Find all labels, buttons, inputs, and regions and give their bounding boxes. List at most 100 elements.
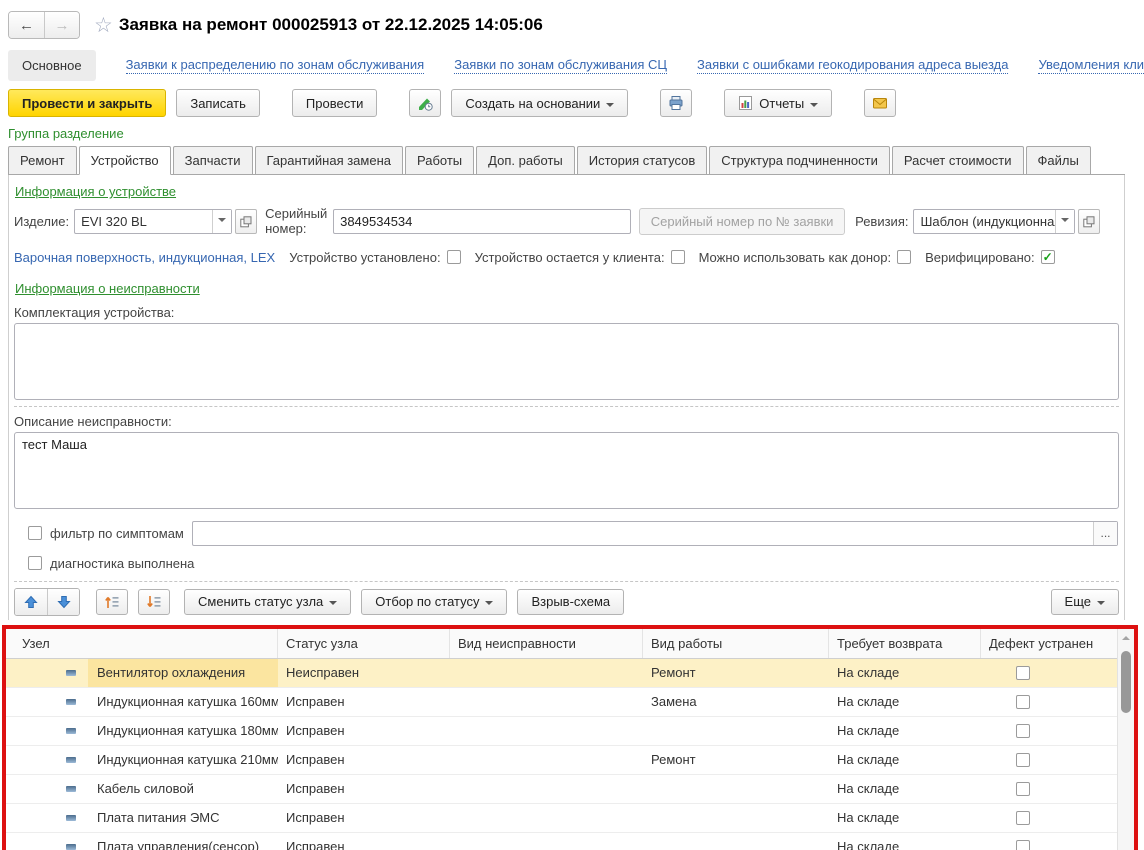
flag-installed-checkbox[interactable]	[447, 250, 461, 264]
defect-fixed-checkbox[interactable]	[1016, 753, 1030, 767]
post-and-close-button[interactable]: Провести и закрыть	[8, 89, 166, 117]
product-combobox[interactable]: EVI 320 BL	[74, 209, 232, 234]
nav-link-client-notifications[interactable]: Уведомления клиентам о и	[1038, 57, 1144, 74]
tab-raboty[interactable]: Работы	[405, 146, 474, 175]
revision-dropdown-button[interactable]	[1055, 210, 1074, 233]
back-button[interactable]: ←	[9, 12, 44, 38]
change-node-status-button[interactable]: Сменить статус узла	[184, 589, 351, 615]
symptom-filter-label: фильтр по симптомам	[50, 526, 184, 541]
node-cell: Плата управления(сенсор)	[6, 833, 278, 850]
move-up-button[interactable]	[15, 589, 47, 615]
save-button[interactable]: Записать	[176, 89, 260, 117]
tab-dop-raboty[interactable]: Доп. работы	[476, 146, 575, 175]
kit-textarea[interactable]	[14, 323, 1119, 400]
filter-by-status-button[interactable]: Отбор по статусу	[361, 589, 507, 615]
col-header-needs-return[interactable]: Требует возврата	[829, 629, 981, 658]
defect-fixed-checkbox[interactable]	[1016, 724, 1030, 738]
arrow-up-icon	[24, 595, 38, 609]
flag-donor-checkbox[interactable]	[897, 250, 911, 264]
col-header-defect-fixed[interactable]: Дефект устранен	[981, 629, 1117, 658]
revision-open-button[interactable]	[1078, 209, 1100, 234]
defect-fixed-checkbox[interactable]	[1016, 811, 1030, 825]
move-down-button[interactable]	[47, 589, 79, 615]
fault-info-section-link[interactable]: Информация о неисправности	[15, 281, 200, 296]
col-header-node-status[interactable]: Статус узла	[278, 629, 450, 658]
scrollbar-thumb[interactable]	[1121, 651, 1131, 713]
tab-raschet-stoimosti[interactable]: Расчет стоимости	[892, 146, 1024, 175]
fault-description-textarea[interactable]: тест Маша	[14, 432, 1119, 509]
explosion-diagram-button[interactable]: Взрыв-схема	[517, 589, 624, 615]
scrollbar-up-arrow[interactable]	[1118, 629, 1134, 644]
col-header-node[interactable]: Узел	[6, 629, 278, 658]
needs-return-cell: На складе	[829, 723, 981, 738]
tab-fayly[interactable]: Файлы	[1026, 146, 1091, 175]
node-status-cell: Исправен	[278, 810, 450, 825]
tab-struktura-podchinennosti[interactable]: Структура подчиненности	[709, 146, 890, 175]
group-separator-label: Группа разделение	[8, 126, 1144, 141]
serial-by-request-button[interactable]: Серийный номер по № заявки	[639, 208, 845, 235]
chevron-down-icon	[218, 218, 226, 226]
move-to-top-button[interactable]	[96, 589, 128, 615]
table-vertical-scrollbar[interactable]	[1117, 629, 1134, 850]
tab-zapchasti[interactable]: Запчасти	[173, 146, 253, 175]
product-open-button[interactable]	[235, 209, 257, 234]
splitter-handle[interactable]	[14, 406, 1119, 407]
node-name: Вентилятор охлаждения	[88, 659, 278, 687]
tab-remont[interactable]: Ремонт	[8, 146, 77, 175]
nav-link-service-zones[interactable]: Заявки по зонам обслуживания СЦ	[454, 57, 667, 74]
reports-button[interactable]: Отчеты	[724, 89, 832, 117]
flag-verified-checkbox[interactable]	[1041, 250, 1055, 264]
flag-donor-label: Можно использовать как донор:	[699, 250, 892, 265]
tab-ustroystvo[interactable]: Устройство	[79, 146, 171, 175]
device-info-section-link[interactable]: Информация о устройстве	[15, 184, 176, 199]
table-row[interactable]: Индукционная катушка 180мм Исправен На с…	[6, 717, 1117, 746]
defect-fixed-checkbox[interactable]	[1016, 666, 1030, 680]
symptom-filter-checkbox[interactable]	[28, 526, 42, 540]
sort-to-bottom-icon	[146, 594, 162, 610]
table-row[interactable]: Кабель силовой Исправен На складе	[6, 775, 1117, 804]
splitter-handle[interactable]	[14, 581, 1119, 582]
table-row[interactable]: Индукционная катушка 210мм Исправен Ремо…	[6, 746, 1117, 775]
table-row[interactable]: Вентилятор охлаждения Неисправен Ремонт …	[6, 659, 1117, 688]
symptom-filter-input-wrap: ...	[192, 521, 1118, 546]
table-row[interactable]: Индукционная катушка 160мм Исправен Заме…	[6, 688, 1117, 717]
row-item-icon	[66, 844, 76, 850]
flag-stays-with-client-checkbox[interactable]	[671, 250, 685, 264]
move-to-bottom-button[interactable]	[138, 589, 170, 615]
post-button[interactable]: Провести	[292, 89, 378, 117]
product-dropdown-button[interactable]	[212, 210, 231, 233]
flag-installed-label: Устройство установлено:	[289, 250, 440, 265]
table-row[interactable]: Плата питания ЭМС Исправен На складе	[6, 804, 1117, 833]
symptom-filter-more-button[interactable]: ...	[1093, 522, 1117, 545]
forward-button[interactable]: →	[44, 12, 79, 38]
favorite-star-icon[interactable]: ☆	[94, 15, 113, 36]
tab-garantiynaya-zamena[interactable]: Гарантийная замена	[255, 146, 403, 175]
device-category-link[interactable]: Варочная поверхность, индукционная, LEX	[14, 250, 275, 265]
diagnostics-row: диагностика выполнена	[14, 556, 1119, 571]
node-name: Индукционная катушка 210мм	[88, 746, 278, 774]
col-header-work-type[interactable]: Вид работы	[643, 629, 829, 658]
forward-arrow-icon: →	[55, 17, 70, 34]
revision-combobox[interactable]: Шаблон (индукционная	[913, 209, 1075, 234]
set-posting-time-button[interactable]	[409, 89, 441, 117]
serial-number-input[interactable]	[333, 209, 631, 234]
row-item-icon	[66, 699, 76, 705]
print-button[interactable]	[660, 89, 692, 117]
defect-fixed-checkbox[interactable]	[1016, 840, 1030, 850]
node-cell: Кабель силовой	[6, 775, 278, 803]
defect-fixed-checkbox[interactable]	[1016, 782, 1030, 796]
nav-link-geocoding-errors[interactable]: Заявки с ошибками геокодирования адреса …	[697, 57, 1008, 74]
pencil-clock-icon	[417, 95, 433, 111]
send-email-button[interactable]	[864, 89, 896, 117]
more-button[interactable]: Еще	[1051, 589, 1119, 615]
revision-label: Ревизия:	[855, 214, 908, 229]
diagnostics-checkbox[interactable]	[28, 556, 42, 570]
defect-fixed-checkbox[interactable]	[1016, 695, 1030, 709]
col-header-fault-type[interactable]: Вид неисправности	[450, 629, 643, 658]
table-row[interactable]: Плата управления(сенсор) Исправен На скл…	[6, 833, 1117, 850]
tab-main[interactable]: Основное	[8, 50, 96, 81]
tab-istoriya-statusov[interactable]: История статусов	[577, 146, 708, 175]
symptom-filter-input[interactable]	[192, 521, 1118, 546]
create-based-on-button[interactable]: Создать на основании	[451, 89, 628, 117]
nav-link-distribution-zones[interactable]: Заявки к распределению по зонам обслужив…	[126, 57, 425, 74]
